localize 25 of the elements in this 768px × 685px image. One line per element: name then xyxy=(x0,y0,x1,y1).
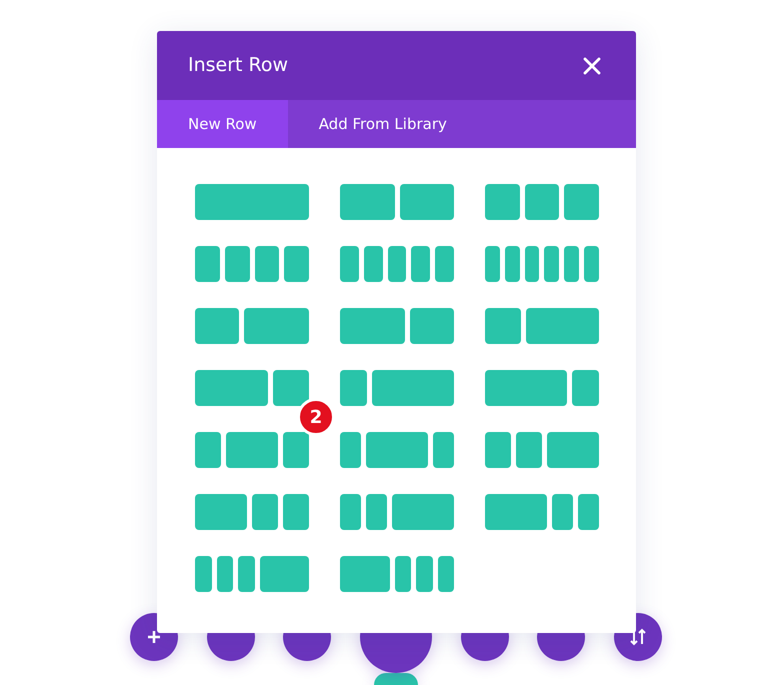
close-icon xyxy=(583,57,601,76)
row-layout-option[interactable] xyxy=(195,556,309,592)
row-layout-option[interactable] xyxy=(340,246,454,282)
row-layout-option[interactable] xyxy=(340,494,454,530)
row-layout-option[interactable] xyxy=(195,370,309,406)
step-badge: 2 xyxy=(297,398,335,436)
row-layout-option[interactable] xyxy=(340,556,454,592)
row-layout-option[interactable] xyxy=(485,494,599,530)
row-layout-option[interactable] xyxy=(485,432,599,468)
row-layout-option[interactable] xyxy=(195,246,309,282)
row-layout-option[interactable] xyxy=(485,246,599,282)
row-layout-option[interactable] xyxy=(340,308,454,344)
row-layout-option[interactable] xyxy=(340,370,454,406)
row-layout-option[interactable] xyxy=(195,494,309,530)
dialog-title: Insert Row xyxy=(188,53,288,78)
tab[interactable]: Add From Library xyxy=(288,100,478,148)
row-layout-option[interactable] xyxy=(195,308,309,344)
row-layout-option[interactable] xyxy=(340,432,454,468)
row-layout-option[interactable] xyxy=(485,184,599,220)
row-layout-option[interactable] xyxy=(485,308,599,344)
row-layout-option[interactable] xyxy=(340,184,454,220)
tab[interactable]: New Row xyxy=(157,100,288,148)
plus-icon xyxy=(147,630,161,644)
row-layout-option[interactable] xyxy=(195,432,309,468)
row-layout-option[interactable] xyxy=(485,370,599,406)
